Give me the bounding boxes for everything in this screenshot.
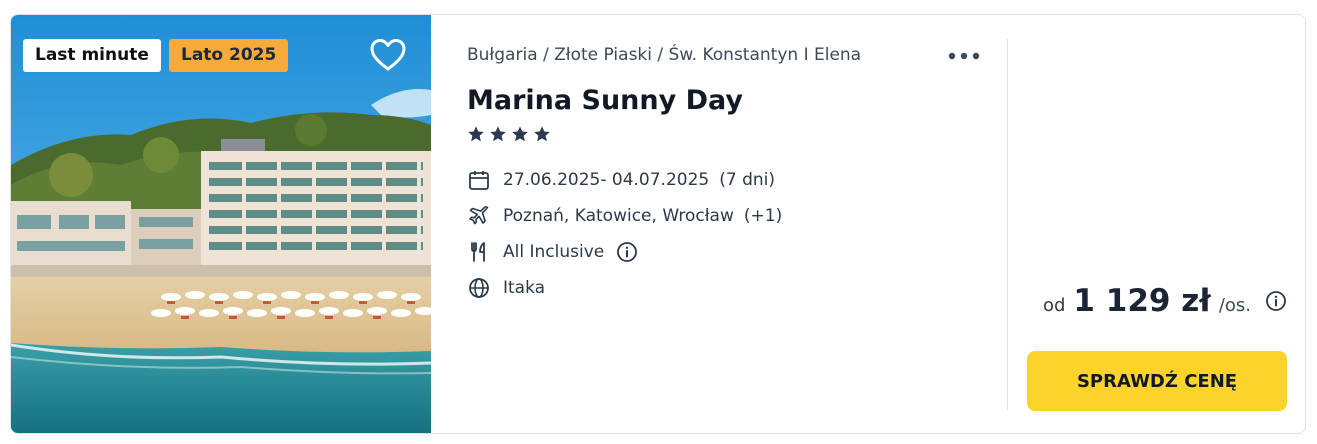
plane-icon (467, 204, 491, 228)
divider (1007, 39, 1008, 411)
hotel-name[interactable]: Marina Sunny Day (467, 85, 743, 116)
star-icon (512, 126, 528, 142)
board-text: All Inclusive (503, 242, 605, 262)
info-icon (617, 242, 638, 262)
more-options-button[interactable] (947, 45, 981, 67)
departures-more[interactable]: (+1) (744, 206, 782, 226)
star-icon (468, 126, 484, 142)
dates-row: 27.06.2025- 04.07.2025 (7 dni) (467, 167, 775, 193)
board-row: All Inclusive (467, 239, 638, 265)
price-info-button[interactable] (1265, 290, 1287, 312)
badge-season: Lato 2025 (169, 39, 289, 72)
price-unit: /os. (1218, 295, 1251, 316)
location-breadcrumb[interactable]: Bułgaria / Złote Piaski / Św. Konstantyn… (467, 45, 861, 65)
info-icon (1266, 291, 1286, 311)
operator-text: Itaka (503, 278, 546, 298)
price-amount: 1 129 zł (1073, 283, 1211, 319)
badge-last-minute: Last minute (23, 39, 161, 72)
offer-card[interactable]: Last minute Lato 2025 Bułgaria / Złote P… (10, 14, 1306, 434)
departures-text: Poznań, Katowice, Wrocław (503, 206, 734, 226)
dates-text: 27.06.2025- 04.07.2025 (503, 170, 710, 190)
price-block: od 1 129 zł /os. (1043, 283, 1287, 319)
heart-icon (370, 39, 406, 71)
hotel-photo-image (11, 15, 431, 433)
departures-row: Poznań, Katowice, Wrocław (+1) (467, 203, 782, 229)
star-icon (534, 126, 550, 142)
operator-row: Itaka (467, 275, 545, 301)
cutlery-icon (467, 240, 491, 264)
check-price-button[interactable]: SPRAWDŹ CENĘ (1027, 351, 1287, 411)
price-prefix: od (1042, 295, 1066, 316)
offer-details: Bułgaria / Złote Piaski / Św. Konstantyn… (431, 15, 1007, 433)
hotel-photo[interactable]: Last minute Lato 2025 (11, 15, 431, 433)
calendar-icon (467, 168, 491, 192)
globe-icon (467, 276, 491, 300)
board-info-button[interactable] (616, 241, 638, 263)
favorite-button[interactable] (369, 37, 407, 73)
star-rating (467, 125, 551, 145)
star-icon (490, 126, 506, 142)
duration-text: (7 dni) (719, 170, 775, 190)
more-dots-icon (948, 52, 980, 60)
